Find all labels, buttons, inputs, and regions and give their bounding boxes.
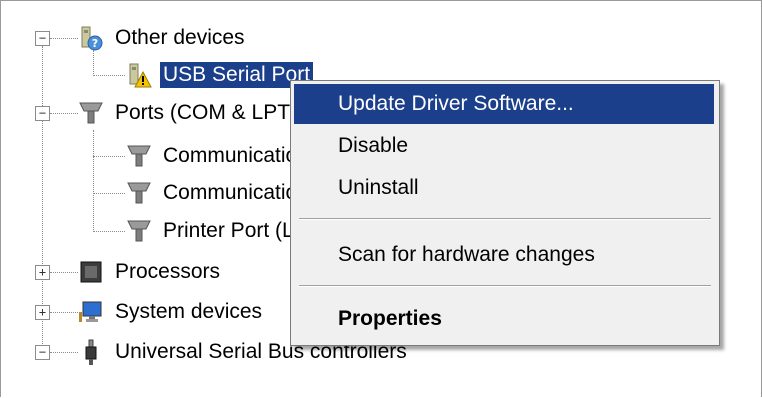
- port-icon: [78, 99, 104, 127]
- menu-item-uninstall[interactable]: Uninstall: [294, 168, 714, 208]
- tree-connector: [50, 352, 78, 353]
- menu-separator: [299, 218, 711, 220]
- tree-connector: [93, 75, 125, 76]
- expand-toggle[interactable]: +: [35, 305, 50, 320]
- collapse-toggle[interactable]: −: [35, 345, 50, 360]
- tree-item-processors[interactable]: Processors: [78, 254, 223, 290]
- usb-icon: [78, 338, 104, 366]
- tree-connector: [93, 231, 125, 232]
- menu-item-properties[interactable]: Properties: [294, 299, 714, 339]
- tree-connector: [93, 193, 125, 194]
- warning-device-icon: [126, 61, 152, 89]
- context-menu: Update Driver Software... Disable Uninst…: [290, 80, 720, 346]
- tree-connector: [50, 312, 78, 313]
- port-icon: [126, 179, 152, 207]
- unknown-device-icon: ?: [78, 24, 104, 52]
- tree-item-label: Other devices: [115, 26, 245, 49]
- port-icon: [126, 217, 152, 245]
- tree-connector: [93, 156, 125, 157]
- expand-toggle[interactable]: +: [35, 265, 50, 280]
- tree-item-usb-serial-port[interactable]: USB Serial Port: [126, 57, 314, 93]
- collapse-toggle[interactable]: −: [35, 31, 50, 46]
- collapse-toggle[interactable]: −: [35, 106, 50, 121]
- tree-connector: [50, 272, 78, 273]
- computer-icon: [78, 298, 104, 326]
- tree-item-label: System devices: [115, 300, 263, 323]
- menu-separator: [299, 285, 711, 287]
- port-icon: [126, 142, 152, 170]
- tree-connector: [93, 130, 94, 230]
- tree-connector: [50, 113, 78, 114]
- menu-item-scan-hardware[interactable]: Scan for hardware changes: [294, 235, 714, 275]
- processor-icon: [78, 258, 104, 286]
- tree-connector: [50, 38, 78, 39]
- tree-item-system-devices[interactable]: System devices: [78, 294, 265, 330]
- tree-item-label: Processors: [115, 260, 221, 283]
- tree-item-ports[interactable]: Ports (COM & LPT): [78, 95, 300, 131]
- menu-item-update-driver[interactable]: Update Driver Software...: [294, 84, 714, 124]
- menu-item-disable[interactable]: Disable: [294, 126, 714, 166]
- tree-item-other-devices[interactable]: ? Other devices: [78, 20, 248, 56]
- svg-text:?: ?: [92, 37, 98, 50]
- tree-item-label: Ports (COM & LPT): [115, 101, 298, 124]
